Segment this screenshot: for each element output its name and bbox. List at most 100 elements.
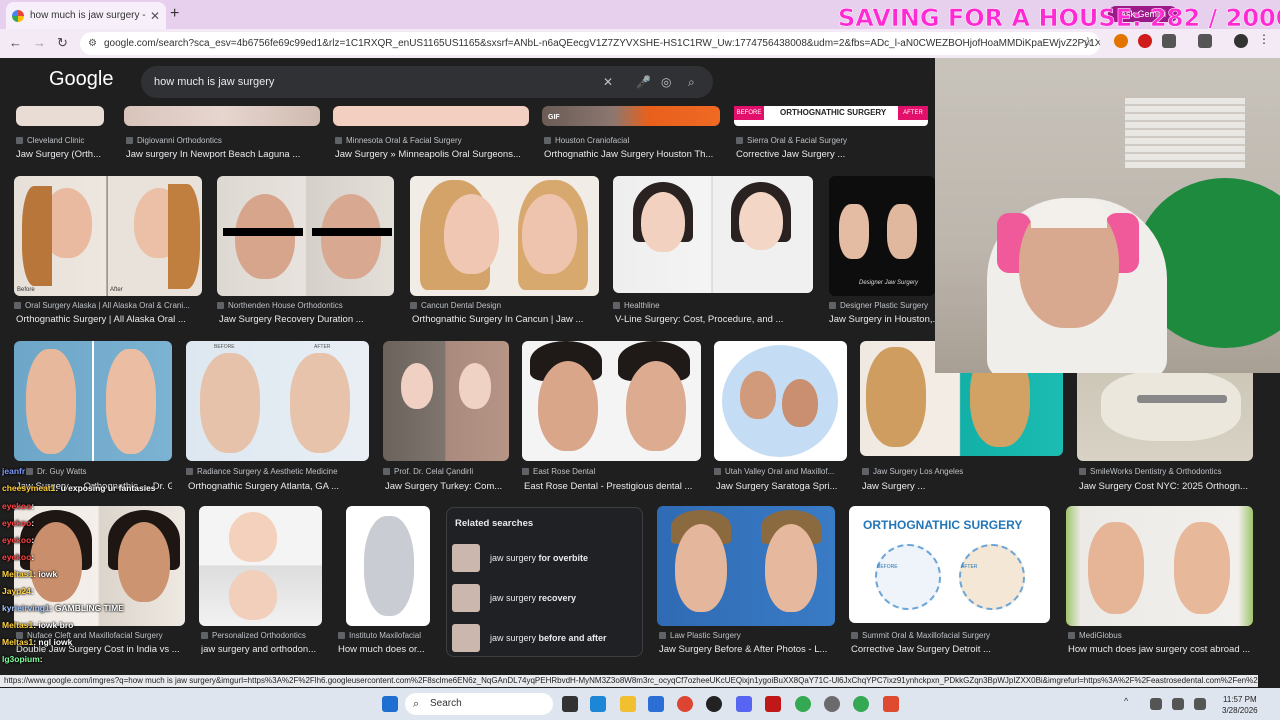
search-query: how much is jaw surgery bbox=[154, 76, 275, 88]
lens-icon[interactable]: ◎ bbox=[661, 66, 671, 98]
volume-icon[interactable] bbox=[1172, 698, 1184, 710]
image-result[interactable]: Designer Jaw Surgery Designer Plastic Su… bbox=[829, 176, 935, 326]
voice-search-icon[interactable]: 🎤 bbox=[636, 66, 651, 98]
image-result[interactable]: Law Plastic Surgery Jaw Surgery Before &… bbox=[657, 506, 835, 658]
back-icon[interactable]: ← bbox=[9, 35, 22, 50]
before-caption: BEFORE bbox=[214, 344, 235, 350]
result-source: Dr. Guy Watts bbox=[26, 467, 172, 476]
browser-tab[interactable]: how much is jaw surgery - Goo ✕ bbox=[6, 2, 166, 29]
extension-icon[interactable] bbox=[1138, 34, 1152, 48]
sidebar-icon[interactable] bbox=[1198, 34, 1212, 48]
taskbar-search-label: Search bbox=[430, 698, 462, 709]
result-source: East Rose Dental bbox=[522, 467, 701, 476]
discord-icon[interactable] bbox=[736, 696, 752, 712]
chrome-icon[interactable] bbox=[677, 696, 693, 712]
result-title: How much does jaw surgery cost abroad ..… bbox=[1068, 644, 1251, 655]
related-search-item[interactable]: jaw surgery recovery bbox=[452, 584, 642, 614]
store-icon[interactable] bbox=[648, 696, 664, 712]
windows-start-icon[interactable] bbox=[382, 696, 398, 712]
image-result[interactable]: Healthline V-Line Surgery: Cost, Procedu… bbox=[613, 176, 813, 326]
clear-icon[interactable]: ✕ bbox=[603, 66, 613, 98]
image-result[interactable]: Personalized Orthodontics jaw surgery an… bbox=[199, 506, 322, 658]
close-tab-icon[interactable]: ✕ bbox=[150, 9, 160, 23]
image-result[interactable]: East Rose Dental East Rose Dental - Pres… bbox=[522, 341, 701, 493]
result-source: Minnesota Oral & Facial Surgery bbox=[335, 136, 525, 145]
task-view-icon[interactable] bbox=[562, 696, 578, 712]
result-title: Jaw Surgery Recovery Duration ... bbox=[219, 314, 364, 325]
tray-chevron-icon[interactable]: ^ bbox=[1124, 696, 1134, 712]
image-result[interactable]: Digiovanni Orthodontics Jaw surgery In N… bbox=[124, 106, 320, 160]
result-source: Northenden House Orthodontics bbox=[217, 301, 394, 310]
address-bar[interactable]: ⚙ google.com/search?sca_esv=4b6756fe69c9… bbox=[80, 32, 1100, 55]
image-result[interactable]: Instituto Maxilofacial How much does or.… bbox=[336, 506, 434, 658]
image-result[interactable]: Minnesota Oral & Facial Surgery Jaw Surg… bbox=[333, 106, 529, 160]
reload-icon[interactable]: ↻ bbox=[57, 35, 68, 51]
image-result[interactable]: Nufacе Cleft and Maxillofacial Surgery D… bbox=[14, 506, 185, 658]
before-caption: Before bbox=[17, 287, 35, 293]
after-caption: After bbox=[110, 287, 123, 293]
related-bold: before and after bbox=[538, 633, 607, 643]
app-icon[interactable] bbox=[883, 696, 899, 712]
chrome-icon[interactable] bbox=[795, 696, 811, 712]
google-logo[interactable]: Google bbox=[49, 68, 114, 91]
bookmark-star-icon[interactable]: ☆ bbox=[1082, 34, 1094, 50]
ortho-title: ORTHOGNATHIC SURGERY bbox=[863, 518, 1023, 532]
related-bold: for overbite bbox=[538, 553, 589, 563]
webcam-feed bbox=[935, 58, 1280, 373]
related-search-item[interactable]: jaw surgery before and after bbox=[452, 624, 642, 654]
new-tab-button[interactable]: + bbox=[170, 5, 179, 23]
chat-message: eyekoo: bbox=[2, 518, 35, 528]
file-explorer-icon[interactable] bbox=[620, 696, 636, 712]
system-clock[interactable]: 11:57 PM 3/28/2026 bbox=[1222, 694, 1258, 716]
profile-avatar[interactable] bbox=[1234, 34, 1248, 48]
chat-message: kyrieirving1: GAMBLING TIME bbox=[2, 603, 124, 613]
google-header: Google how much is jaw surgery ✕ 🎤 ◎ ⌕ bbox=[0, 58, 935, 104]
acrobat-icon[interactable] bbox=[765, 696, 781, 712]
result-title: jaw surgery and orthodon... bbox=[201, 644, 317, 655]
image-result[interactable]: BEFORE ORTHOGNATHIC SURGERY AFTER Sierra… bbox=[734, 106, 928, 160]
image-result[interactable]: BEFORE AFTER Radiance Surgery & Aestheti… bbox=[186, 341, 369, 493]
image-result[interactable]: ORTHOGNATHIC SURGERY BEFORE AFTER Summit… bbox=[849, 506, 1050, 658]
search-icon[interactable]: ⌕ bbox=[688, 66, 695, 98]
extensions-puzzle-icon[interactable] bbox=[1162, 34, 1176, 48]
related-search-item[interactable]: jaw surgery for overbite bbox=[452, 544, 642, 574]
result-title: Jaw Surgery Cost NYC: 2025 Orthogn... bbox=[1079, 481, 1248, 492]
result-title: Orthognathic Surgery In Cancun | Jaw ... bbox=[412, 314, 584, 325]
image-result[interactable]: Before After Oral Surgery Alaska | All A… bbox=[14, 176, 202, 326]
result-source: Prof. Dr. Celal Çandirli bbox=[383, 467, 509, 476]
result-source: Oral Surgery Alaska | All Alaska Oral & … bbox=[14, 301, 200, 310]
result-source: MediGlobus bbox=[1068, 631, 1255, 640]
result-title: Jaw Surgery Turkey: Com... bbox=[385, 481, 503, 492]
extension-icon[interactable] bbox=[1114, 34, 1128, 48]
obs-icon[interactable] bbox=[706, 696, 722, 712]
network-icon[interactable] bbox=[1150, 698, 1162, 710]
edge-icon[interactable] bbox=[590, 696, 606, 712]
related-searches-panel: Related searches jaw surgery for overbit… bbox=[446, 507, 643, 657]
image-result[interactable]: Dr. Guy Watts Jaw Surgery — Orthognathic… bbox=[14, 341, 172, 493]
chrome-icon[interactable] bbox=[853, 696, 869, 712]
menu-dots-icon[interactable]: ⋮ bbox=[1258, 32, 1272, 46]
chat-message: Meltas1: ngl iowk bbox=[2, 637, 73, 647]
image-result[interactable]: Cleveland Clinic Jaw Surgery (Orth... bbox=[16, 106, 106, 160]
battery-icon[interactable] bbox=[1194, 698, 1206, 710]
search-input[interactable]: how much is jaw surgery ✕ 🎤 ◎ ⌕ bbox=[141, 66, 713, 98]
settings-icon[interactable] bbox=[824, 696, 840, 712]
image-result[interactable]: Cancun Dental Design Orthognathic Surger… bbox=[410, 176, 599, 326]
result-source: Houston Craniofacial bbox=[544, 136, 720, 145]
designer-caption: Designer Jaw Surgery bbox=[859, 280, 919, 286]
tab-title: how much is jaw surgery - Goo bbox=[30, 10, 146, 21]
image-result[interactable]: GIF Houston Craniofacial Orthognathic Ja… bbox=[542, 106, 720, 160]
chat-message: cheesymeat1: u exposing ur fantasies bbox=[2, 483, 156, 493]
result-source: Digiovanni Orthodontics bbox=[126, 136, 316, 145]
image-result[interactable]: Northenden House Orthodontics Jaw Surger… bbox=[217, 176, 394, 326]
taskbar-search[interactable]: ⌕ Search bbox=[405, 693, 553, 715]
after-caption: AFTER bbox=[961, 564, 978, 570]
image-result[interactable]: Prof. Dr. Celal Çandirli Jaw Surgery Tur… bbox=[383, 341, 509, 493]
image-result[interactable]: MediGlobus How much does jaw surgery cos… bbox=[1066, 506, 1253, 658]
site-info-icon[interactable]: ⚙ bbox=[88, 32, 97, 55]
forward-icon[interactable]: → bbox=[33, 35, 46, 50]
chat-message: Jayp24: bbox=[2, 586, 34, 596]
image-result[interactable]: Utah Valley Oral and Maxillof... Jaw Sur… bbox=[714, 341, 847, 493]
status-url: https://www.google.com/imgres?q=how much… bbox=[0, 675, 1258, 687]
chat-message: Meltas1: iowk bbox=[2, 569, 58, 579]
